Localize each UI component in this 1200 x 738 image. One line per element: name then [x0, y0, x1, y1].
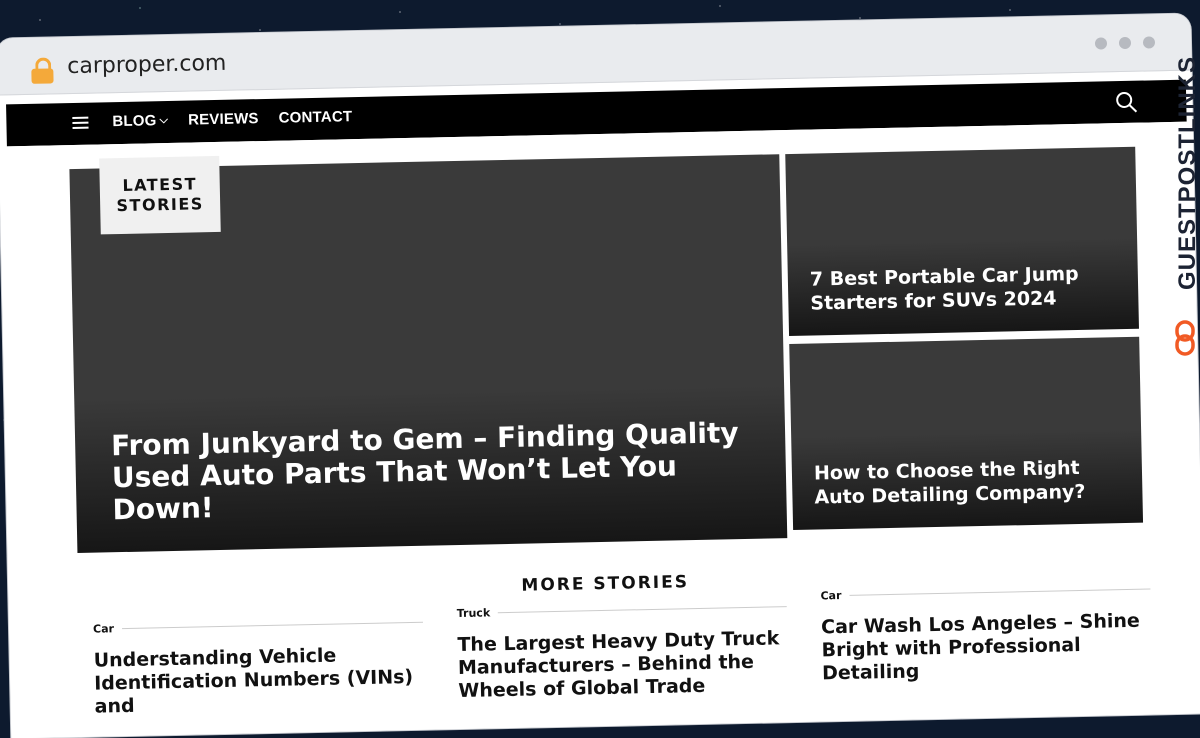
address-bar-url[interactable]: carproper.com: [67, 51, 227, 79]
nav-item-label: BLOG: [112, 112, 157, 131]
tilted-screenshot: carproper.com BLOG ⌵ REVIEWS CONTACT LAT…: [0, 0, 1200, 738]
divider: [849, 588, 1151, 596]
watermark: GUESTPOSTLINKS: [1152, 56, 1200, 356]
side-story-title[interactable]: How to Choose the Right Auto Detailing C…: [814, 455, 1113, 509]
latest-stories-badge: LATEST STORIES: [99, 155, 221, 235]
hero-story-card[interactable]: LATEST STORIES From Junkyard to Gem – Fi…: [69, 154, 788, 553]
browser-window: carproper.com BLOG ⌵ REVIEWS CONTACT LAT…: [0, 13, 1200, 738]
nav-item-reviews[interactable]: REVIEWS: [188, 110, 259, 128]
story-category[interactable]: Car: [820, 589, 841, 602]
divider: [498, 606, 787, 614]
lock-icon: [31, 57, 54, 84]
nav-item-contact[interactable]: CONTACT: [278, 108, 352, 127]
nav-item-label: CONTACT: [278, 108, 353, 127]
window-controls: [1094, 36, 1156, 50]
watermark-text: GUESTPOSTLINKS: [1174, 56, 1200, 291]
chevron-down-icon: ⌵: [159, 113, 169, 127]
story-category[interactable]: Car: [93, 622, 114, 635]
nav-links: BLOG ⌵ REVIEWS CONTACT: [112, 108, 352, 130]
side-story-card[interactable]: 7 Best Portable Car Jump Starters for SU…: [785, 146, 1139, 337]
window-dot-icon[interactable]: [1142, 36, 1156, 49]
badge-line: STORIES: [116, 194, 204, 216]
nav-item-blog[interactable]: BLOG ⌵: [112, 112, 168, 130]
page-content: LATEST STORIES From Junkyard to Gem – Fi…: [0, 121, 1200, 738]
nav-item-label: REVIEWS: [187, 110, 259, 129]
divider: [121, 621, 423, 630]
hero-story-title[interactable]: From Junkyard to Gem – Finding Quality U…: [111, 416, 747, 526]
story-column: Truck The Largest Heavy Duty Truck Manuf…: [457, 600, 789, 703]
story-category[interactable]: Truck: [457, 606, 491, 620]
badge-line: LATEST: [122, 174, 198, 195]
side-story-card[interactable]: How to Choose the Right Auto Detailing C…: [789, 336, 1144, 530]
story-column: Car Understanding Vehicle Identification…: [93, 616, 425, 719]
story-title[interactable]: Understanding Vehicle Identification Num…: [93, 643, 424, 719]
story-title[interactable]: Car Wash Los Angeles – Shine Bright with…: [821, 610, 1152, 686]
search-icon[interactable]: [1114, 90, 1138, 114]
story-title[interactable]: The Largest Heavy Duty Truck Manufacture…: [457, 627, 788, 703]
window-dot-icon[interactable]: [1094, 37, 1108, 50]
chain-link-icon: [1175, 320, 1195, 356]
window-dot-icon[interactable]: [1118, 36, 1132, 50]
hamburger-menu-icon[interactable]: [72, 116, 89, 130]
side-story-title[interactable]: 7 Best Portable Car Jump Starters for SU…: [810, 261, 1109, 315]
